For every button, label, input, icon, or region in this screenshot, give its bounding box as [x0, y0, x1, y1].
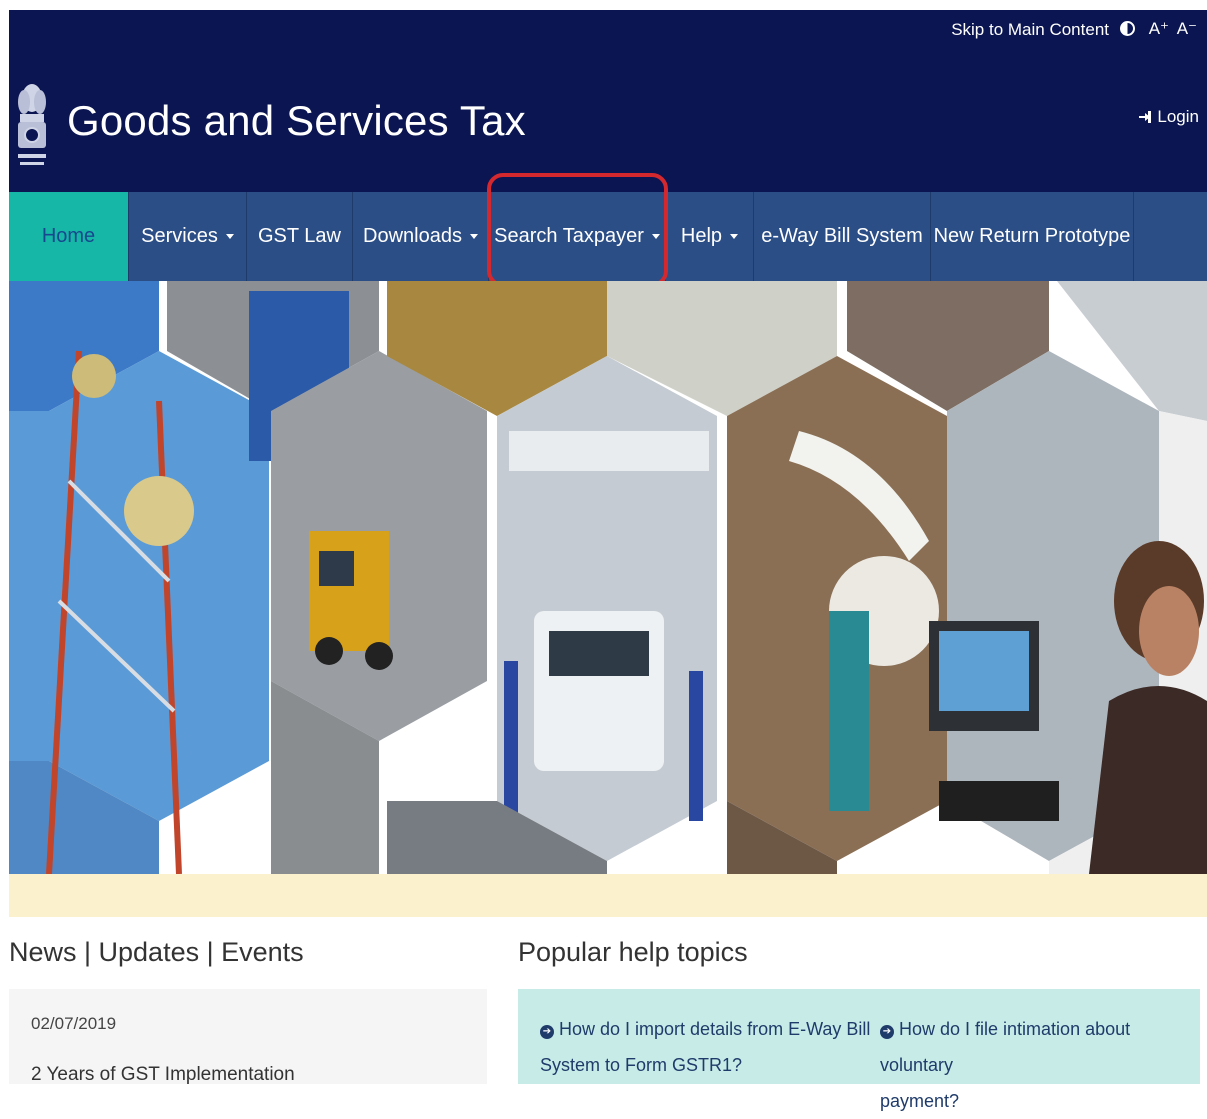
nav-downloads[interactable]: Downloads [353, 192, 489, 281]
help-section-title: Popular help topics [518, 937, 748, 967]
news-date: 02/07/2019 [31, 1014, 117, 1033]
help-topics-box: ➔ How do I import details from E-Way Bill… [518, 989, 1200, 1111]
nav-eway-bill-label: e-Way Bill System [761, 225, 923, 247]
login-label: Login [1157, 107, 1199, 126]
arrow-circle-icon: ➔ [880, 1025, 894, 1039]
site-title[interactable]: Goods and Services Tax [67, 97, 526, 145]
nav-eway-bill[interactable]: e-Way Bill System [754, 192, 931, 281]
help-topic-line: How do I file intimation about voluntary [880, 1019, 1131, 1075]
announcement-strip [9, 874, 1207, 917]
login-button[interactable]: Login [1138, 107, 1199, 127]
nav-new-return-prototype-label: New Return Prototype [933, 225, 1131, 247]
decrease-font-button[interactable]: A⁻ [1177, 19, 1197, 39]
increase-font-button[interactable]: A⁺ [1149, 19, 1169, 39]
nav-home-label: Home [41, 225, 96, 247]
chevron-down-icon [730, 234, 739, 239]
nav-gst-law[interactable]: GST Law [247, 192, 353, 281]
nav-downloads-label: Downloads [363, 225, 462, 247]
accessibility-bar: Skip to Main Content A⁺ A⁻ [9, 10, 1207, 52]
india-emblem-icon[interactable] [12, 70, 52, 176]
nav-gst-law-label: GST Law [258, 225, 341, 247]
news-section-title: News | Updates | Events [9, 937, 304, 967]
help-topic-line: How do I import details from E-Way Bill [559, 1019, 871, 1039]
help-topic-line: System to Form GSTR1? [540, 1055, 743, 1075]
contrast-icon[interactable] [1120, 21, 1135, 36]
search-taxpayer-highlight [487, 173, 668, 287]
hero-banner [9, 281, 1207, 874]
help-topic-line: payment? [880, 1091, 960, 1111]
help-topic-link[interactable]: ➔ How do I import details from E-Way Bill… [540, 1011, 870, 1083]
site-header: Goods and Services Tax Login [9, 52, 1207, 192]
login-icon [1139, 111, 1152, 123]
skip-to-main-link[interactable]: Skip to Main Content [951, 20, 1109, 40]
nav-home[interactable]: Home [9, 192, 129, 281]
help-topic-link[interactable]: ➔ How do I file intimation about voluntar… [880, 1011, 1200, 1119]
chevron-down-icon [225, 234, 234, 239]
frame-top [0, 0, 1207, 10]
nav-services-label: Services [141, 225, 218, 247]
frame-left [0, 0, 9, 1084]
news-box: 02/07/2019 2 Years of GST Implementation [9, 989, 487, 1086]
nav-help-label: Help [680, 225, 723, 247]
arrow-circle-icon: ➔ [540, 1025, 554, 1039]
nav-services[interactable]: Services [129, 192, 247, 281]
news-headline-link[interactable]: 2 Years of GST Implementation [31, 1064, 295, 1086]
nav-help[interactable]: Help [666, 192, 754, 281]
nav-new-return-prototype[interactable]: New Return Prototype [931, 192, 1134, 281]
chevron-down-icon [469, 234, 478, 239]
